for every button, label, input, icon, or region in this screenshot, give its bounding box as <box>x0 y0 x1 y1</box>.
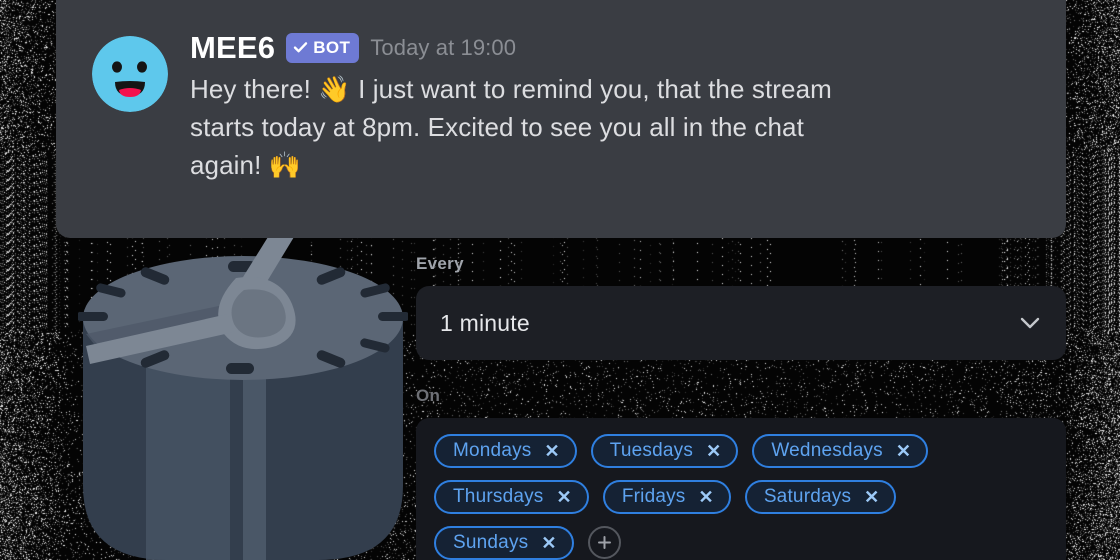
clock-timer-illustration <box>78 186 408 560</box>
message-header: MEE6 BOT Today at 19:00 <box>190 32 1032 63</box>
author-name: MEE6 <box>190 30 276 65</box>
x-icon[interactable]: ✕ <box>541 534 556 552</box>
day-tag-label: Wednesdays <box>771 440 883 461</box>
days-tag-input[interactable]: Mondays ✕ Tuesdays ✕ Wednesdays ✕ Thursdays ✕ Fr… <box>416 418 1066 560</box>
message-body: MEE6 BOT Today at 19:00 Hey there! 👋 I j… <box>190 30 1032 238</box>
plus-icon <box>597 536 611 549</box>
day-tag-label: Saturdays <box>763 486 852 507</box>
discord-message-card: MEE6 BOT Today at 19:00 Hey there! 👋 I j… <box>56 0 1066 238</box>
avatar[interactable] <box>92 36 168 112</box>
day-tag-label: Sundays <box>453 532 529 553</box>
form-spacer <box>416 360 1066 386</box>
x-icon[interactable]: ✕ <box>706 442 721 460</box>
screen-root: MEE6 BOT Today at 19:00 Hey there! 👋 I j… <box>0 0 1120 560</box>
x-icon[interactable]: ✕ <box>699 488 714 506</box>
schedule-form: Every 1 minute On Mondays ✕ Tuesdays ✕ Wedne… <box>416 254 1066 560</box>
day-tag[interactable]: Wednesdays ✕ <box>752 434 929 468</box>
bot-badge-label: BOT <box>313 38 351 57</box>
day-tag-label: Tuesdays <box>609 440 694 461</box>
day-tag-label: Thursdays <box>453 486 544 507</box>
day-tag[interactable]: Saturdays ✕ <box>744 480 897 514</box>
day-tag-label: Fridays <box>621 486 686 507</box>
message-text: Hey there! 👋 I just want to remind you, … <box>190 74 832 180</box>
on-field-label: On <box>416 386 441 405</box>
day-tag[interactable]: Thursdays ✕ <box>434 480 589 514</box>
day-tag[interactable]: Mondays ✕ <box>434 434 577 468</box>
x-icon[interactable]: ✕ <box>545 442 560 460</box>
every-interval-select[interactable]: 1 minute <box>416 286 1066 360</box>
check-icon <box>293 40 308 55</box>
chevron-down-icon[interactable] <box>1020 317 1040 329</box>
add-day-button[interactable] <box>587 526 621 559</box>
day-tag[interactable]: Fridays ✕ <box>602 480 731 514</box>
x-icon[interactable]: ✕ <box>896 442 911 460</box>
x-icon[interactable]: ✕ <box>557 488 572 506</box>
day-tag[interactable]: Tuesdays ✕ <box>590 434 739 468</box>
bot-badge: BOT <box>286 32 360 63</box>
day-tag[interactable]: Sundays ✕ <box>434 526 574 560</box>
every-interval-value: 1 minute <box>440 309 530 336</box>
day-tag-label: Mondays <box>453 440 532 461</box>
message-timestamp: Today at 19:00 <box>370 34 517 60</box>
x-icon[interactable]: ✕ <box>864 488 879 506</box>
every-field-label: Every <box>416 254 464 273</box>
